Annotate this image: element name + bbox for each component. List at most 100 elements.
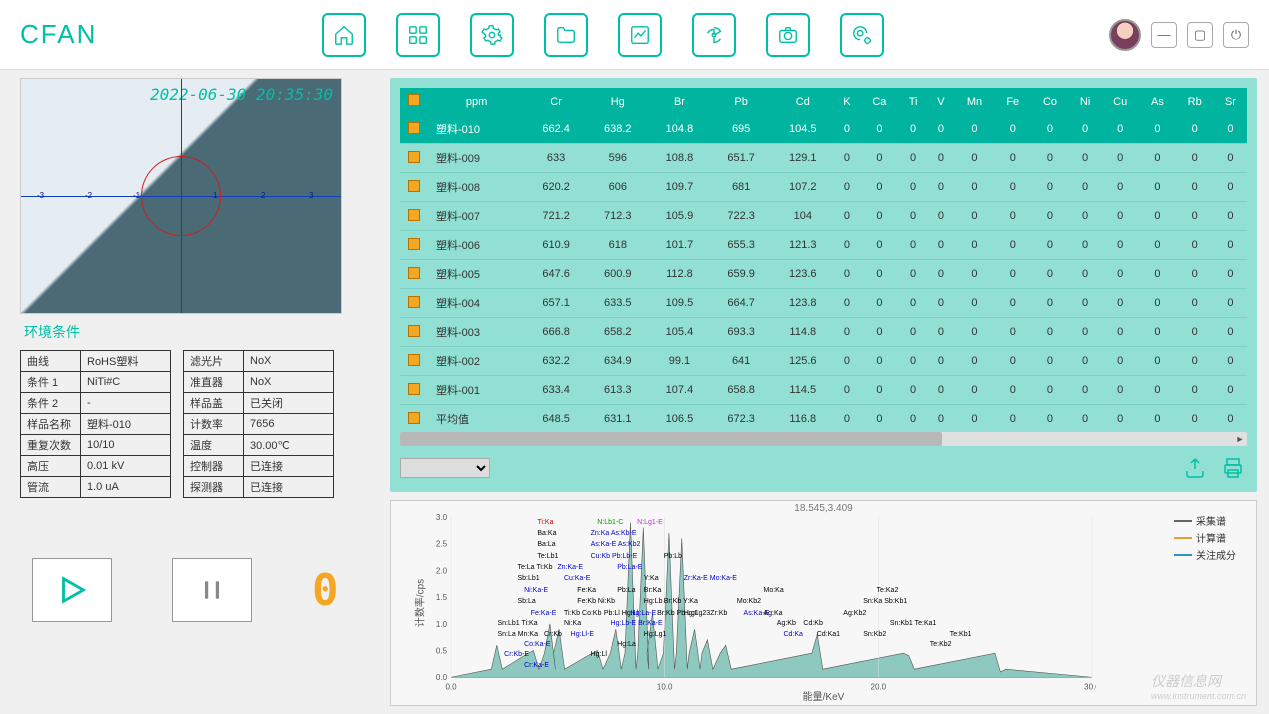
- col-header[interactable]: Mn: [954, 88, 994, 115]
- row-checkbox[interactable]: [408, 180, 420, 192]
- row-checkbox[interactable]: [408, 209, 420, 221]
- data-table-scroll[interactable]: ppmCrHgBrPbCdKCaTiVMnFeCoNiCuAsRbSr塑料-01…: [400, 88, 1247, 428]
- cell-value: 0: [1031, 115, 1069, 144]
- camera-view[interactable]: 2022-06-30 20:35:30 -3 -2 -1 1 2 3: [20, 78, 342, 314]
- table-row[interactable]: 塑料-002632.2634.999.1641125.6000000000000: [400, 347, 1247, 376]
- radiation-button[interactable]: [692, 13, 736, 57]
- col-header[interactable]: K: [834, 88, 861, 115]
- env-key: 样品名称: [21, 414, 81, 435]
- cell-value: 0: [995, 231, 1031, 260]
- export-button[interactable]: [1181, 454, 1209, 482]
- table-row[interactable]: 平均值648.5631.1106.5672.3116.8000000000000: [400, 405, 1247, 429]
- row-checkbox[interactable]: [408, 325, 420, 337]
- minimize-button[interactable]: —: [1151, 22, 1177, 48]
- maximize-button[interactable]: ▢: [1187, 22, 1213, 48]
- cell-value: 0: [860, 173, 898, 202]
- header-checkbox[interactable]: [408, 94, 420, 106]
- cell-value: 631.1: [587, 405, 649, 429]
- cell-value: 0: [928, 318, 955, 347]
- cell-value: 0: [995, 202, 1031, 231]
- cell-value: 664.7: [710, 289, 772, 318]
- cell-value: 620.2: [525, 173, 587, 202]
- cell-value: 655.3: [710, 231, 772, 260]
- col-header[interactable]: Fe: [995, 88, 1031, 115]
- row-checkbox[interactable]: [408, 267, 420, 279]
- cell-value: 0: [899, 144, 928, 173]
- col-header[interactable]: Co: [1031, 88, 1069, 115]
- cell-value: 0: [1176, 202, 1214, 231]
- horizontal-scrollbar[interactable]: ◄ ►: [400, 432, 1247, 446]
- row-checkbox[interactable]: [408, 383, 420, 395]
- user-avatar[interactable]: [1109, 19, 1141, 51]
- row-checkbox[interactable]: [408, 296, 420, 308]
- col-header[interactable]: Ti: [899, 88, 928, 115]
- panel-title: 环境条件: [24, 322, 370, 342]
- scrollbar-thumb[interactable]: [400, 432, 942, 446]
- row-checkbox[interactable]: [408, 151, 420, 163]
- table-row[interactable]: 塑料-009633596108.8651.7129.1000000000000: [400, 144, 1247, 173]
- filter-select[interactable]: [400, 458, 490, 478]
- cell-value: 0: [1031, 260, 1069, 289]
- col-header[interactable]: ppm: [428, 88, 525, 115]
- settings-button[interactable]: [470, 13, 514, 57]
- cell-value: 0: [1214, 347, 1247, 376]
- table-row[interactable]: 塑料-008620.2606109.7681107.2000000000000: [400, 173, 1247, 202]
- spectrum-chart[interactable]: 18.545,3.409 采集谱计算谱关注成分 计数率/cps 能量/KeV 0…: [390, 500, 1257, 706]
- col-header[interactable]: Br: [649, 88, 711, 115]
- cell-value: 0: [1139, 173, 1175, 202]
- cell-value: 0: [860, 231, 898, 260]
- folder-button[interactable]: [544, 13, 588, 57]
- row-checkbox[interactable]: [408, 122, 420, 134]
- cell-value: 0: [1069, 318, 1101, 347]
- legend-swatch: [1174, 520, 1192, 522]
- col-header[interactable]: Rb: [1176, 88, 1214, 115]
- print-button[interactable]: [1219, 454, 1247, 482]
- col-header[interactable]: V: [928, 88, 955, 115]
- cell-value: 0: [1031, 376, 1069, 405]
- svg-text:1.0: 1.0: [436, 620, 448, 629]
- camera-button[interactable]: [766, 13, 810, 57]
- pause-button[interactable]: [172, 558, 252, 622]
- chart-button[interactable]: [618, 13, 662, 57]
- cell-value: 651.7: [710, 144, 772, 173]
- cell-value: 0: [1031, 318, 1069, 347]
- row-checkbox[interactable]: [408, 238, 420, 250]
- legend-swatch: [1174, 537, 1192, 539]
- cell-value: 107.2: [772, 173, 834, 202]
- row-checkbox[interactable]: [408, 354, 420, 366]
- col-header[interactable]: As: [1139, 88, 1175, 115]
- admin-settings-button[interactable]: [840, 13, 884, 57]
- cell-value: 662.4: [525, 115, 587, 144]
- col-header[interactable]: Sr: [1214, 88, 1247, 115]
- cell-value: 0: [834, 260, 861, 289]
- cell-value: 0: [1139, 231, 1175, 260]
- table-row[interactable]: 塑料-007721.2712.3105.9722.310400000000000…: [400, 202, 1247, 231]
- cell-value: 0: [1214, 405, 1247, 429]
- table-row[interactable]: 塑料-004657.1633.5109.5664.7123.8000000000…: [400, 289, 1247, 318]
- cell-value: 0: [928, 144, 955, 173]
- row-checkbox[interactable]: [408, 412, 420, 424]
- col-header[interactable]: Cd: [772, 88, 834, 115]
- scroll-right-icon[interactable]: ►: [1233, 432, 1247, 446]
- cell-value: 0: [995, 144, 1031, 173]
- col-header[interactable]: Pb: [710, 88, 772, 115]
- table-row[interactable]: 塑料-001633.4613.3107.4658.8114.5000000000…: [400, 376, 1247, 405]
- apps-button[interactable]: [396, 13, 440, 57]
- play-button[interactable]: [32, 558, 112, 622]
- col-header[interactable]: Hg: [587, 88, 649, 115]
- table-row[interactable]: 塑料-003666.8658.2105.4693.3114.8000000000…: [400, 318, 1247, 347]
- home-button[interactable]: [322, 13, 366, 57]
- col-header[interactable]: [400, 88, 428, 115]
- col-header[interactable]: Cr: [525, 88, 587, 115]
- power-button[interactable]: ⏻: [1223, 22, 1249, 48]
- cell-value: 0: [1101, 173, 1139, 202]
- env-key: 探测器: [184, 477, 244, 498]
- table-row[interactable]: 塑料-010662.4638.2104.8695104.500000000000…: [400, 115, 1247, 144]
- col-header[interactable]: Cu: [1101, 88, 1139, 115]
- table-row[interactable]: 塑料-005647.6600.9112.8659.9123.6000000000…: [400, 260, 1247, 289]
- cell-value: 0: [899, 347, 928, 376]
- table-row[interactable]: 塑料-006610.9618101.7655.3121.300000000000…: [400, 231, 1247, 260]
- col-header[interactable]: Ca: [860, 88, 898, 115]
- col-header[interactable]: Ni: [1069, 88, 1101, 115]
- cell-value: 0: [899, 115, 928, 144]
